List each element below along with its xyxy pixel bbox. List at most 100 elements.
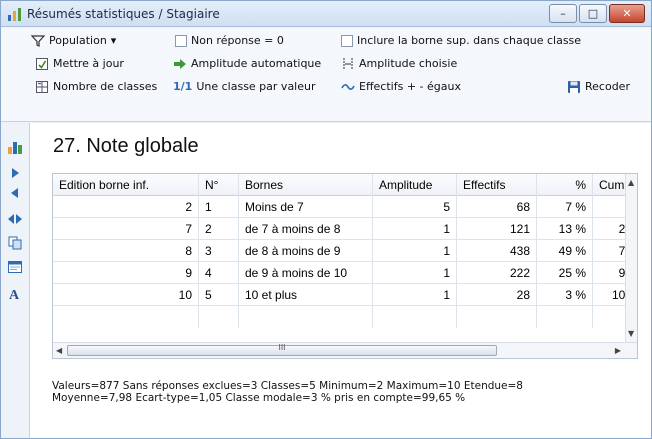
app-icon (8, 8, 21, 21)
table-row[interactable]: 9 4 de 9 à moins de 10 1 222 25 % 96 % (53, 262, 637, 284)
mettre-a-jour-label: Mettre à jour (53, 57, 124, 70)
wave-icon (341, 84, 355, 90)
cell-amplitude: 1 (373, 218, 457, 240)
cell-edition[interactable]: 7 (53, 218, 199, 240)
close-icon: ✕ (622, 7, 632, 20)
arrow-right-icon (174, 59, 186, 69)
table-row[interactable]: 2 1 Moins de 7 5 68 7 % 7 % (53, 196, 637, 218)
stats-line-2: Moyenne=7,98 Ecart-type=1,05 Classe moda… (52, 392, 466, 404)
table-row[interactable]: 8 3 de 8 à moins de 9 1 438 49 % 71 % (53, 240, 637, 262)
play-previous-icon[interactable] (7, 185, 23, 201)
left-toolbar: A (1, 123, 29, 438)
amplitude-choisie-label: Amplitude choisie (359, 57, 458, 70)
cell-empty (373, 306, 457, 328)
chevron-down-icon: ▾ (110, 34, 117, 47)
cell-amplitude: 5 (373, 196, 457, 218)
cell-bornes: de 9 à moins de 10 (239, 262, 373, 284)
cell-empty (239, 306, 373, 328)
nombre-classes-button[interactable]: Nombre de classes (35, 77, 157, 97)
une-classe-button[interactable]: 1/1 Une classe par valeur (173, 77, 316, 97)
mettre-a-jour-button[interactable]: Mettre à jour (35, 54, 124, 74)
cell-numero: 1 (199, 196, 239, 218)
une-classe-label: Une classe par valeur (196, 80, 316, 93)
amplitude-icon (343, 58, 353, 70)
cell-empty (537, 306, 593, 328)
population-dropdown[interactable]: Population ▾ (31, 31, 116, 51)
content-panel: 27. Note globale Edition borne inf. N° B… (29, 123, 651, 438)
scroll-left-icon[interactable]: ◀ (56, 346, 62, 355)
checkbox-icon (175, 35, 187, 47)
cell-percent: 3 % (537, 284, 593, 306)
cell-edition[interactable]: 8 (53, 240, 199, 262)
play-next-icon[interactable] (7, 165, 23, 181)
cell-empty (199, 306, 239, 328)
cell-edition[interactable]: 9 (53, 262, 199, 284)
scroll-down-icon[interactable]: ▼ (628, 329, 634, 338)
cell-percent: 7 % (537, 196, 593, 218)
header-bornes[interactable]: Bornes (239, 174, 373, 196)
table-row-empty (53, 306, 637, 328)
cell-bornes: Moins de 7 (239, 196, 373, 218)
cell-numero: 2 (199, 218, 239, 240)
cell-percent: 49 % (537, 240, 593, 262)
header-percent[interactable]: % (537, 174, 593, 196)
summary-statistics: Valeurs=877 Sans réponses exclues=3 Clas… (52, 380, 523, 404)
non-reponse-checkbox[interactable]: Non réponse = 0 (175, 31, 284, 51)
horizontal-scrollbar[interactable]: ◀ III ▶ (53, 342, 637, 358)
navigate-both-icon[interactable] (7, 211, 23, 227)
copy-icon[interactable] (7, 235, 23, 251)
scroll-up-icon[interactable]: ▲ (628, 178, 634, 187)
effectifs-egaux-label: Effectifs + - égaux (359, 80, 461, 93)
amplitude-auto-button[interactable]: Amplitude automatique (173, 54, 321, 74)
refresh-icon (36, 58, 48, 70)
recoder-label: Recoder (585, 80, 630, 93)
amplitude-choisie-button[interactable]: Amplitude choisie (341, 54, 457, 74)
recoder-button[interactable]: Recoder (567, 77, 630, 97)
window-title: Résumés statistiques / Stagiaire (27, 7, 220, 21)
table-row[interactable]: 7 2 de 7 à moins de 8 1 121 13 % 21 % (53, 218, 637, 240)
minimize-button[interactable]: – (549, 4, 577, 23)
horizontal-scroll-thumb[interactable]: III (67, 343, 497, 356)
cell-empty (457, 306, 537, 328)
save-icon (568, 81, 580, 93)
inclure-borne-checkbox[interactable]: Inclure la borne sup. dans chaque classe (341, 31, 581, 51)
cell-bornes: 10 et plus (239, 284, 373, 306)
non-reponse-label: Non réponse = 0 (191, 34, 284, 47)
close-button[interactable]: ✕ (609, 4, 645, 23)
header-numero[interactable]: N° (199, 174, 239, 196)
cell-bornes: de 7 à moins de 8 (239, 218, 373, 240)
font-icon[interactable]: A (7, 285, 23, 301)
cell-amplitude: 1 (373, 240, 457, 262)
toolbar: Population ▾ Non réponse = 0 Inclure la … (1, 28, 651, 122)
title-bar[interactable]: Résumés statistiques / Stagiaire – □ ✕ (1, 1, 651, 27)
filter-icon (31, 35, 45, 47)
population-label: Population (49, 34, 107, 47)
scroll-grip-icon: III (278, 343, 286, 352)
effectifs-egaux-button[interactable]: Effectifs + - égaux (341, 77, 461, 97)
one-per-value-icon: 1/1 (173, 80, 193, 93)
cell-numero: 3 (199, 240, 239, 262)
header-effectifs[interactable]: Effectifs (457, 174, 537, 196)
window: Résumés statistiques / Stagiaire – □ ✕ P… (0, 0, 652, 439)
minimize-icon: – (560, 7, 566, 20)
bar-chart-icon[interactable] (7, 139, 23, 155)
cell-effectifs: 438 (457, 240, 537, 262)
cell-edition[interactable]: 2 (53, 196, 199, 218)
header-edition-borne[interactable]: Edition borne inf. (53, 174, 199, 196)
stats-line-1: Valeurs=877 Sans réponses exclues=3 Clas… (52, 380, 523, 392)
maximize-icon: □ (587, 7, 599, 20)
cell-effectifs: 222 (457, 262, 537, 284)
cell-percent: 25 % (537, 262, 593, 284)
cell-edition[interactable]: 10 (53, 284, 199, 306)
variable-title: 27. Note globale (53, 135, 199, 157)
table-row[interactable]: 10 5 10 et plus 1 28 3 % 100 % (53, 284, 637, 306)
maximize-button[interactable]: □ (579, 4, 607, 23)
cell-empty (53, 306, 199, 328)
table-header: Edition borne inf. N° Bornes Amplitude E… (53, 174, 637, 196)
vertical-scrollbar[interactable]: ▲ ▼ (625, 174, 637, 342)
header-amplitude[interactable]: Amplitude (373, 174, 457, 196)
window-icon[interactable] (7, 259, 23, 275)
statistics-table[interactable]: Edition borne inf. N° Bornes Amplitude E… (52, 173, 638, 359)
scroll-right-icon[interactable]: ▶ (615, 346, 621, 355)
cell-effectifs: 121 (457, 218, 537, 240)
